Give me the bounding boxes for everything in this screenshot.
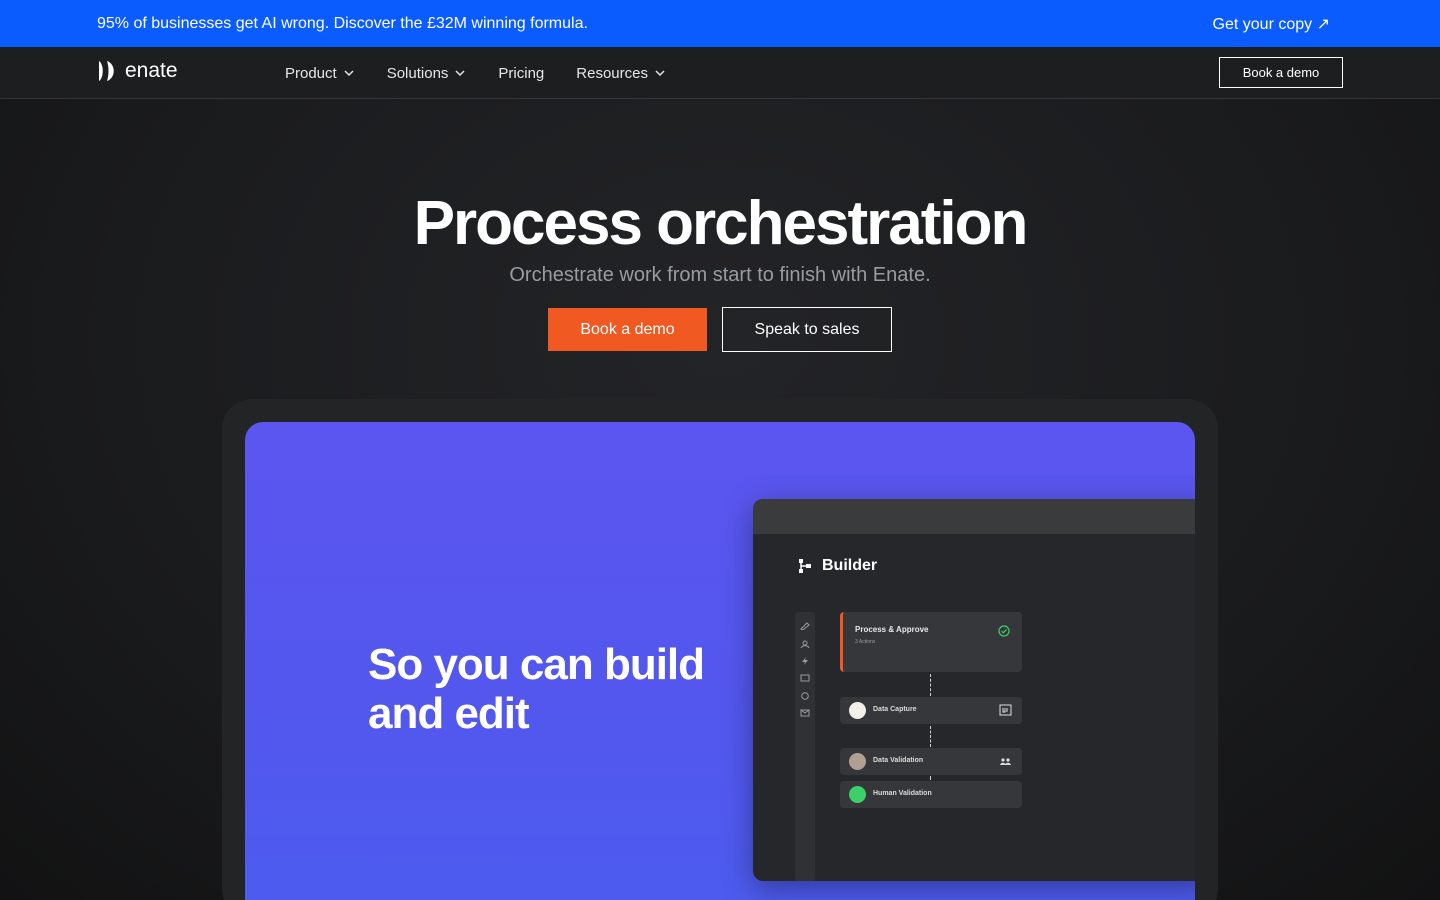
nav-item-resources[interactable]: Resources [576,65,666,82]
process-card-title: Process & Approve [855,625,929,634]
chevron-down-icon [455,70,465,77]
nav-item-label: Resources [576,64,648,82]
speak-to-sales-button[interactable]: Speak to sales [722,307,892,352]
step-avatar [849,753,866,770]
bolt-icon [802,657,808,665]
ui-icon [999,704,1012,716]
builder-icon [799,559,811,573]
chevron-down-icon [655,70,665,77]
hero-subtitle: Orchestrate work from start to finish wi… [509,264,931,286]
top-nav: enate Product Solutions Pricing Resource… [0,47,1440,99]
calendar-icon [800,674,810,682]
page-title: Process orchestration [413,189,1029,258]
step-card[interactable]: Data Capture [840,697,1022,724]
process-card-meta: 3 Actions [855,639,876,645]
main-menu: Product Solutions Pricing Resources [285,47,698,99]
edit-icon [800,622,810,630]
nav-item-label: Product [285,64,337,82]
team-icon [1000,758,1011,765]
clock-icon [801,692,809,700]
book-demo-nav-button[interactable]: Book a demo [1219,57,1343,88]
step-label: Data Validation [873,757,924,764]
builder-app-preview: Builder Process & Approve 3 Actions Data… [753,499,1195,881]
step-card[interactable]: Data Validation [840,748,1022,775]
step-label: Data Capture [873,706,917,713]
promo-bar: 95% of businesses get AI wrong. Discover… [0,0,1440,47]
process-card[interactable]: Process & Approve 3 Actions [840,612,1022,672]
nav-item-product[interactable]: Product [285,65,355,82]
promo-text: 95% of businesses get AI wrong. Discover… [97,14,588,32]
logo-text: enate [125,59,178,82]
connector-line [930,776,931,780]
step-avatar [849,786,866,803]
connector-line [930,726,931,747]
check-circle-icon [998,625,1010,637]
tool-rail [795,612,815,881]
showcase-screen: So you can build and edit Builder Proces… [245,422,1195,900]
chevron-down-icon [344,70,354,77]
nav-item-label: Solutions [386,64,449,82]
book-demo-button[interactable]: Book a demo [548,308,707,351]
showcase-headline: So you can build and edit [368,640,705,738]
step-card[interactable]: Human Validation [840,781,1022,808]
nav-item-label: Pricing [498,64,545,82]
app-titlebar [753,499,1195,534]
app-title-text: Builder [822,557,878,574]
step-avatar [849,702,866,719]
nav-item-solutions[interactable]: Solutions [387,65,467,82]
user-icon [800,640,810,648]
step-label: Human Validation [873,790,932,797]
nav-item-pricing[interactable]: Pricing [498,65,544,82]
enate-logo-icon [99,61,114,81]
logo[interactable]: enate [97,59,178,83]
mail-icon [800,709,810,717]
app-title: Builder [798,557,877,575]
promo-cta-link[interactable]: Get your copy ↗ [1213,14,1330,34]
connector-line [930,674,931,696]
